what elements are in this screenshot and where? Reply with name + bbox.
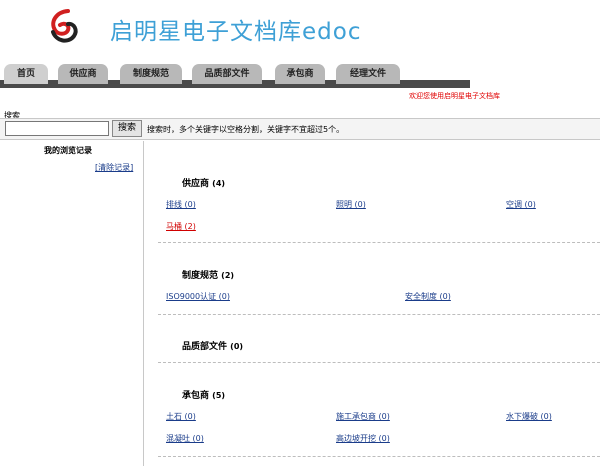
category-title: 供应商 (4) [182, 179, 226, 189]
category-title: 承包商 (5) [182, 391, 226, 401]
category-link[interactable]: 照明 (0) [336, 199, 366, 210]
search-input[interactable] [5, 121, 109, 136]
category-title: 制度规范 (2) [182, 271, 235, 281]
app-logo-icon [51, 9, 78, 43]
category-link[interactable]: 空调 (0) [506, 199, 536, 210]
section-divider [158, 362, 600, 363]
app-header: 启明星电子文档库edoc [0, 0, 600, 60]
section-divider [158, 456, 600, 457]
sidebar [0, 141, 144, 466]
category-link[interactable]: 安全制度 (0) [405, 291, 451, 302]
welcome-message: 欢迎您使用启明星电子文档库 [409, 92, 500, 100]
category-link[interactable]: 水下爆破 (0) [506, 411, 552, 422]
section-divider [158, 242, 600, 243]
browse-history-title: 我的浏览记录 [44, 146, 92, 155]
tab-manager-docs[interactable]: 经理文件 [336, 64, 400, 84]
tab-contractors[interactable]: 承包商 [275, 64, 325, 84]
clear-history-link[interactable]: [清除记录] [95, 162, 133, 173]
tab-quality-docs[interactable]: 品质部文件 [192, 64, 262, 84]
category-link[interactable]: ISO9000认证 (0) [166, 291, 230, 302]
section-divider [158, 314, 600, 315]
category-title: 品质部文件 (0) [182, 342, 244, 352]
category-link[interactable]: 混凝吐 (0) [166, 433, 204, 444]
app-title: 启明星电子文档库edoc [110, 19, 362, 45]
search-hint: 搜索时，多个关键字以空格分割，关键字不宜超过5个。 [147, 125, 345, 134]
category-link[interactable]: 排线 (0) [166, 199, 196, 210]
tab-regulations[interactable]: 制度规范 [120, 64, 182, 84]
category-link[interactable]: 施工承包商 (0) [336, 411, 390, 422]
tab-home[interactable]: 首页 [4, 64, 48, 84]
category-link[interactable]: 土石 (0) [166, 411, 196, 422]
category-link[interactable]: 马桶 (2) [166, 221, 196, 232]
category-link[interactable]: 高边坡开挖 (0) [336, 433, 390, 444]
tab-suppliers[interactable]: 供应商 [58, 64, 108, 84]
search-button[interactable]: 搜索 [112, 120, 142, 137]
